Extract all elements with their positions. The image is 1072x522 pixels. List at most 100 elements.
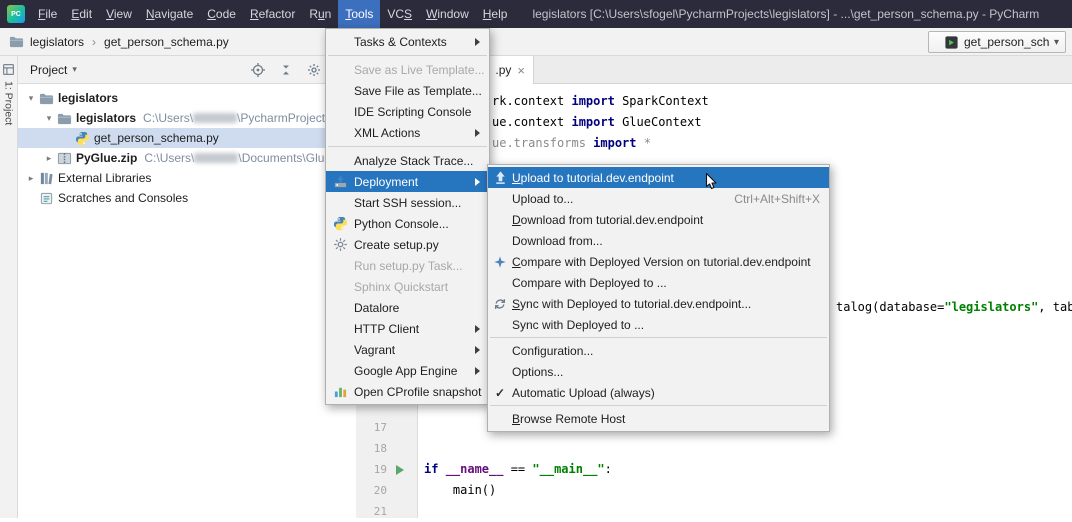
submenu-arrow-icon	[475, 325, 480, 333]
menu-item-options[interactable]: Options...	[488, 361, 829, 382]
tree-item-label: legislators	[76, 111, 136, 125]
menu-item-open-cprofile-snapshot[interactable]: Open CProfile snapshot	[326, 381, 489, 402]
code-line-19: if __name__ == "__main__":	[424, 459, 612, 480]
menu-item-vagrant[interactable]: Vagrant	[326, 339, 489, 360]
menu-item-sync-with-deployed-to[interactable]: Sync with Deployed to ...	[488, 314, 829, 335]
menu-item-datalore[interactable]: Datalore	[326, 297, 489, 318]
tree-item-legislators[interactable]: ▾ legislators	[18, 88, 356, 108]
code-line-mid: talog(database="legislators", table	[836, 297, 1072, 318]
menu-file[interactable]: File	[31, 0, 64, 28]
tree-item-pyglue-zip[interactable]: ▸PyGlue.zipC:\Users\\Documents\Glue\	[18, 148, 356, 168]
breadcrumb-item-file[interactable]: get_person_schema.py	[104, 35, 229, 49]
tree-item-label: Scratches and Consoles	[58, 191, 188, 205]
chevron-down-icon[interactable]: ▾	[24, 93, 38, 104]
run-config-selector[interactable]: get_person_schema ▾	[928, 31, 1066, 53]
menu-item-compare-with-deployed-to[interactable]: Compare with Deployed to ...	[488, 272, 829, 293]
menu-item-automatic-upload-always[interactable]: ✓Automatic Upload (always)	[488, 382, 829, 403]
menu-item-upload-to-tutorial-dev-endpoint[interactable]: Upload to tutorial.dev.endpoint	[488, 167, 829, 188]
chevron-right-icon[interactable]: ▸	[42, 153, 56, 164]
menu-item-run-setup-py-task: Run setup.py Task...	[326, 255, 489, 276]
menu-item-sphinx-quickstart: Sphinx Quickstart	[326, 276, 489, 297]
menu-item-ide-scripting-console[interactable]: IDE Scripting Console	[326, 101, 489, 122]
line-number-20: 20	[357, 480, 387, 501]
menu-item-google-app-engine[interactable]: Google App Engine	[326, 360, 489, 381]
chevron-down-icon: ▾	[1054, 37, 1059, 48]
tree-item-path: C:\Users\\Documents\Glue\	[144, 151, 334, 165]
settings-gear-icon[interactable]	[306, 62, 322, 78]
menu-navigate[interactable]: Navigate	[139, 0, 200, 28]
collapse-all-icon[interactable]	[278, 62, 294, 78]
menu-item-download-from[interactable]: Download from...	[488, 230, 829, 251]
tool-window-button-project[interactable]: 1: Project	[3, 81, 15, 125]
zip-icon	[56, 150, 72, 166]
menu-item-label: Compare with Deployed to ...	[512, 276, 667, 290]
compare-icon	[488, 255, 512, 269]
line-number-17: 17	[357, 417, 387, 438]
menu-item-label: Google App Engine	[354, 364, 457, 378]
menu-item-python-console[interactable]: Python Console...	[326, 213, 489, 234]
tree-item-label: External Libraries	[58, 171, 151, 185]
scratches-icon	[38, 190, 54, 206]
deployment-icon	[326, 174, 354, 189]
locate-file-icon[interactable]	[250, 62, 266, 78]
menu-item-label: Deployment	[354, 175, 418, 189]
tree-item-get-person-schema-py[interactable]: get_person_schema.py	[18, 128, 356, 148]
menu-item-compare-with-deployed-version-on-tutorial-dev-endpoint[interactable]: Compare with Deployed Version on tutoria…	[488, 251, 829, 272]
menu-code[interactable]: Code	[200, 0, 243, 28]
menu-item-label: Sphinx Quickstart	[354, 280, 448, 294]
run-config-icon	[943, 34, 959, 50]
menu-item-tasks-contexts[interactable]: Tasks & Contexts	[326, 31, 489, 52]
redacted-username	[193, 113, 237, 123]
tree-item-scratches-and-consoles[interactable]: Scratches and Consoles	[18, 188, 356, 208]
menu-refactor[interactable]: Refactor	[243, 0, 302, 28]
menu-item-xml-actions[interactable]: XML Actions	[326, 122, 489, 143]
menu-help[interactable]: Help	[476, 0, 515, 28]
menu-item-http-client[interactable]: HTTP Client	[326, 318, 489, 339]
menu-item-label: Sync with Deployed to tutorial.dev.endpo…	[512, 297, 751, 311]
menu-item-configuration[interactable]: Configuration...	[488, 340, 829, 361]
close-icon[interactable]: ×	[517, 64, 525, 77]
run-config-label: get_person_schema	[964, 35, 1049, 49]
menu-item-create-setup-py[interactable]: Create setup.py	[326, 234, 489, 255]
tree-item-label: get_person_schema.py	[94, 131, 219, 145]
menu-view[interactable]: View	[99, 0, 139, 28]
tree-item-label: legislators	[58, 91, 118, 105]
setup-icon	[326, 237, 354, 252]
project-panel-header: Project ▾	[18, 56, 356, 84]
menu-item-label: HTTP Client	[354, 322, 419, 336]
breadcrumb-item-project[interactable]: legislators	[30, 35, 84, 49]
project-panel-title[interactable]: Project	[30, 63, 67, 77]
tools-menu: Tasks & Contexts Save as Live Template...…	[325, 28, 490, 405]
menu-window[interactable]: Window	[419, 0, 476, 28]
folder-icon	[38, 90, 54, 106]
menu-item-analyze-stack-trace[interactable]: Analyze Stack Trace...	[326, 150, 489, 171]
tree-item-external-libraries[interactable]: ▸ External Libraries	[18, 168, 356, 188]
menu-item-save-as-live-template: Save as Live Template...	[326, 59, 489, 80]
menu-item-download-from-tutorial-dev-endpoint[interactable]: Download from tutorial.dev.endpoint	[488, 209, 829, 230]
menu-item-browse-remote-host[interactable]: Browse Remote Host	[488, 408, 829, 429]
project-tool-window-icon[interactable]	[1, 61, 17, 77]
menu-tools[interactable]: Tools	[338, 0, 380, 28]
chevron-right-icon[interactable]: ▸	[24, 173, 38, 184]
line-number-19: 19	[357, 459, 387, 480]
chevron-down-icon[interactable]: ▾	[42, 113, 56, 124]
menu-item-start-ssh-session[interactable]: Start SSH session...	[326, 192, 489, 213]
menu-item-deployment[interactable]: Deployment	[326, 171, 489, 192]
menu-vcs[interactable]: VCS	[380, 0, 419, 28]
menu-item-save-file-as-template[interactable]: Save File as Template...	[326, 80, 489, 101]
tree-item-legislators[interactable]: ▾legislatorsC:\Users\\PycharmProjects\	[18, 108, 356, 128]
chevron-down-icon[interactable]: ▾	[72, 64, 77, 75]
menu-item-label: Analyze Stack Trace...	[354, 154, 473, 168]
python-icon	[326, 216, 354, 231]
menu-run[interactable]: Run	[302, 0, 338, 28]
menu-edit[interactable]: Edit	[64, 0, 99, 28]
tool-window-stripe: 1: Project	[0, 56, 18, 518]
run-line-icon[interactable]	[396, 465, 404, 475]
project-panel: Project ▾ ▾legislators▾legislatorsC:\Use…	[18, 56, 356, 518]
breadcrumb-separator: ›	[92, 35, 96, 49]
menu-item-label: Tasks & Contexts	[354, 35, 447, 49]
code-line-top-2: ue.context import GlueContext	[492, 112, 702, 133]
line-number-21: 21	[357, 501, 387, 522]
menu-item-sync-with-deployed-to-tutorial-dev-endpoint[interactable]: Sync with Deployed to tutorial.dev.endpo…	[488, 293, 829, 314]
menu-item-upload-to[interactable]: Upload to...Ctrl+Alt+Shift+X	[488, 188, 829, 209]
